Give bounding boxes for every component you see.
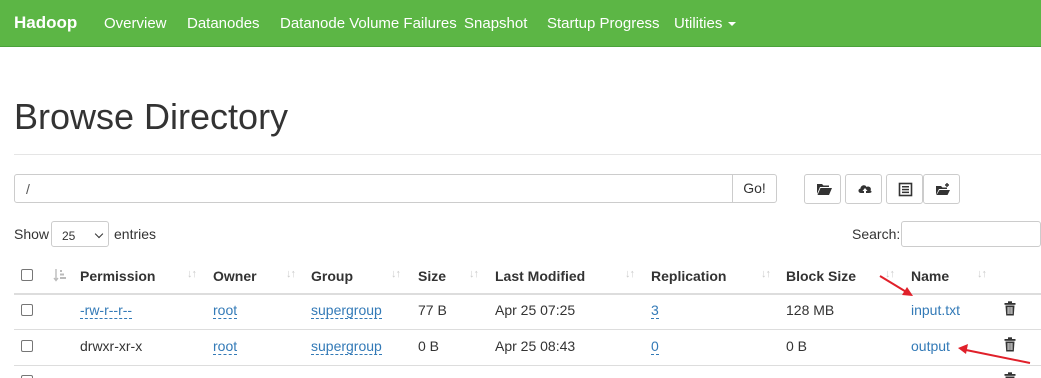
col-size-header[interactable]: Size — [418, 268, 446, 284]
owner-cell[interactable]: root — [213, 338, 238, 355]
top-navbar: Hadoop Overview Datanodes Datanode Volum… — [0, 0, 1041, 47]
col-group-header[interactable]: Group — [311, 268, 353, 284]
size-cell: 77 B — [418, 302, 447, 318]
cut-paste-button[interactable] — [886, 174, 923, 204]
folder-open-icon — [817, 184, 832, 195]
row-checkbox[interactable] — [21, 304, 33, 316]
col-owner-header[interactable]: Owner — [213, 268, 257, 284]
brand-link[interactable]: Hadoop — [14, 13, 77, 33]
upload-files-button[interactable] — [845, 174, 882, 204]
table-header-divider — [14, 293, 1041, 295]
replication-cell[interactable]: 0 — [651, 338, 659, 355]
row-divider — [14, 329, 1041, 330]
last-modified-cell: Apr 25 08:43 — [495, 338, 576, 354]
entries-per-page-select[interactable]: 25 — [51, 221, 109, 247]
size-cell: 0 B — [418, 338, 440, 354]
arrow-annotation — [958, 344, 1031, 364]
nav-datanode-volume-failures[interactable]: Datanode Volume Failures — [280, 15, 457, 32]
create-directory-button[interactable] — [804, 174, 841, 204]
row-checkbox[interactable] — [21, 340, 33, 352]
paste-button[interactable] — [923, 174, 960, 204]
col-last-modified-header[interactable]: Last Modified — [495, 268, 585, 284]
directory-path-input[interactable] — [14, 174, 733, 203]
directory-name-link[interactable]: output — [911, 338, 950, 354]
folder-add-icon — [936, 183, 950, 195]
col-permission-header[interactable]: Permission — [80, 268, 155, 284]
trash-icon[interactable] — [1004, 301, 1016, 316]
go-button[interactable]: Go! — [732, 174, 777, 203]
nav-snapshot[interactable]: Snapshot — [464, 15, 527, 32]
title-divider — [14, 154, 1041, 155]
col-replication-header[interactable]: Replication — [651, 268, 726, 284]
row-divider — [14, 365, 1041, 366]
sort-last-modified-icon[interactable]: ↓↑ — [625, 268, 635, 280]
replication-cell[interactable]: 3 — [651, 302, 659, 319]
sort-name-icon[interactable]: ↓↑ — [977, 268, 987, 280]
last-modified-cell: Apr 25 07:25 — [495, 302, 576, 318]
chevron-down-icon — [94, 229, 104, 239]
caret-down-icon — [728, 22, 737, 27]
search-label: Search: — [852, 226, 901, 242]
search-input[interactable] — [901, 221, 1041, 247]
page-title: Browse Directory — [14, 96, 289, 137]
trash-icon[interactable] — [1004, 372, 1016, 378]
trash-icon[interactable] — [1004, 337, 1016, 352]
group-cell[interactable]: supergroup — [311, 302, 382, 319]
sort-icon[interactable] — [53, 268, 67, 282]
block-size-cell: 128 MB — [786, 302, 835, 318]
group-cell[interactable]: supergroup — [311, 338, 382, 355]
col-name-header[interactable]: Name — [911, 268, 949, 284]
sort-permission-icon[interactable]: ↓↑ — [187, 268, 197, 280]
list-icon — [898, 182, 913, 197]
sort-replication-icon[interactable]: ↓↑ — [761, 268, 771, 280]
show-label: Show — [14, 226, 50, 242]
nav-startup-progress[interactable]: Startup Progress — [547, 15, 660, 32]
permission-cell[interactable]: drwxr-xr-x — [80, 338, 142, 354]
cloud-upload-icon — [858, 185, 872, 195]
block-size-cell: 0 B — [786, 338, 808, 354]
sort-size-icon[interactable]: ↓↑ — [469, 268, 479, 280]
col-block-size-header[interactable]: Block Size — [786, 268, 856, 284]
nav-overview[interactable]: Overview — [104, 15, 167, 32]
file-name-link[interactable]: input.txt — [911, 302, 960, 318]
owner-cell[interactable]: root — [213, 302, 238, 319]
sort-block-size-icon[interactable]: ↓↑ — [885, 268, 895, 280]
entries-label: entries — [114, 226, 157, 242]
nav-datanodes[interactable]: Datanodes — [187, 15, 260, 32]
nav-utilities-label: Utilities — [674, 15, 723, 32]
sort-owner-icon[interactable]: ↓↑ — [286, 268, 296, 280]
select-all-checkbox[interactable] — [21, 269, 33, 281]
entries-select-value: 25 — [62, 229, 76, 243]
sort-group-icon[interactable]: ↓↑ — [391, 268, 401, 280]
permission-cell[interactable]: -rw-r--r-- — [80, 302, 133, 319]
nav-utilities-dropdown[interactable]: Utilities — [674, 15, 737, 32]
